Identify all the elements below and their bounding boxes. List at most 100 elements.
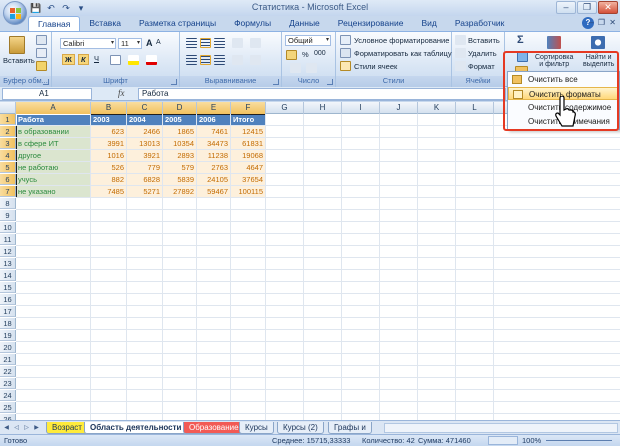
name-box[interactable]: A1 bbox=[2, 88, 92, 100]
close-button[interactable]: ✕ bbox=[598, 1, 618, 14]
row-header[interactable]: 19 bbox=[0, 330, 16, 341]
row-header[interactable]: 21 bbox=[0, 354, 16, 365]
sheet-tab-vozrast[interactable]: Возраст bbox=[46, 422, 88, 434]
restore-button[interactable]: ❐ bbox=[577, 1, 597, 14]
tab-data[interactable]: Данные bbox=[280, 16, 329, 32]
align-bottom-icon[interactable] bbox=[214, 38, 225, 48]
row-header[interactable]: 25 bbox=[0, 402, 16, 413]
column-header[interactable]: G bbox=[266, 102, 304, 114]
column-header[interactable]: K bbox=[418, 102, 456, 114]
find-select-button[interactable]: Найти и выделить bbox=[583, 54, 614, 68]
column-header[interactable]: B bbox=[91, 102, 127, 114]
bold-button[interactable]: Ж bbox=[62, 54, 75, 65]
increase-decimal-icon[interactable] bbox=[290, 63, 301, 73]
row-header[interactable]: 11 bbox=[0, 234, 16, 245]
align-top-icon[interactable] bbox=[186, 38, 197, 48]
minimize-button[interactable]: – bbox=[556, 1, 576, 14]
orientation-icon[interactable] bbox=[232, 38, 243, 48]
row-header[interactable]: 15 bbox=[0, 282, 16, 293]
tab-home[interactable]: Главная bbox=[28, 16, 81, 32]
column-header[interactable]: J bbox=[380, 102, 418, 114]
select-all-corner[interactable] bbox=[0, 102, 16, 114]
format-as-table-button[interactable]: Форматировать как таблицу bbox=[354, 49, 452, 58]
prev-sheet-icon[interactable]: ◁ bbox=[12, 423, 21, 433]
delete-cells-button[interactable]: Удалить bbox=[468, 49, 497, 58]
sheet-tab-kursy[interactable]: Курсы bbox=[239, 422, 274, 434]
align-center-icon[interactable] bbox=[200, 55, 211, 65]
sheet-tab-kursy-2[interactable]: Курсы (2) bbox=[277, 422, 324, 434]
column-header[interactable]: H bbox=[304, 102, 342, 114]
column-header[interactable]: E bbox=[197, 102, 231, 114]
sort-filter-button[interactable]: Сортировка и фильтр bbox=[535, 54, 573, 68]
clipboard-launcher-icon[interactable] bbox=[43, 79, 49, 85]
row-header[interactable]: 20 bbox=[0, 342, 16, 353]
paste-button[interactable]: Вставить bbox=[3, 56, 35, 65]
currency-icon[interactable] bbox=[286, 50, 297, 60]
tab-insert[interactable]: Вставка bbox=[80, 16, 130, 32]
row-header[interactable]: 9 bbox=[0, 210, 16, 221]
horizontal-scrollbar[interactable] bbox=[384, 423, 618, 433]
row-header[interactable]: 17 bbox=[0, 306, 16, 317]
menu-item-clear-all[interactable]: Очистить все bbox=[508, 73, 619, 86]
wrap-text-icon[interactable] bbox=[250, 38, 261, 48]
tab-review[interactable]: Рецензирование bbox=[329, 16, 413, 32]
column-header[interactable]: F bbox=[231, 102, 266, 114]
row-header[interactable]: 14 bbox=[0, 270, 16, 281]
borders-icon[interactable] bbox=[110, 55, 121, 65]
row-header[interactable]: 10 bbox=[0, 222, 16, 233]
align-left-icon[interactable] bbox=[186, 55, 197, 65]
decrease-indent-icon[interactable] bbox=[232, 55, 243, 65]
worksheet-grid[interactable]: ABCDEFGHIJKL 1 2 3 4 5 6 7 8 9 10 11 12 13 14 15 16 17 18… bbox=[0, 102, 620, 420]
font-color-icon[interactable] bbox=[146, 55, 157, 65]
autosum-button[interactable]: Σ bbox=[517, 34, 524, 46]
view-buttons[interactable] bbox=[488, 436, 518, 445]
row-header[interactable]: 22 bbox=[0, 366, 16, 377]
last-sheet-icon[interactable]: ▶ bbox=[32, 423, 41, 433]
copy-icon[interactable] bbox=[36, 48, 47, 58]
row-header[interactable]: 3 bbox=[0, 138, 16, 149]
row-header[interactable]: 1 bbox=[0, 114, 16, 125]
italic-button[interactable]: К bbox=[78, 54, 89, 65]
row-header[interactable]: 4 bbox=[0, 150, 16, 161]
formula-input[interactable]: Работа bbox=[138, 88, 506, 100]
insert-cells-button[interactable]: Вставить bbox=[468, 36, 500, 45]
row-header[interactable]: 12 bbox=[0, 246, 16, 257]
font-size-combo[interactable]: 11 ▾ bbox=[118, 38, 142, 49]
sheet-tab-grafy[interactable]: Графы и bbox=[328, 422, 372, 434]
number-format-combo[interactable]: Общий ▾ bbox=[285, 35, 331, 46]
first-sheet-icon[interactable]: ◀ bbox=[2, 423, 11, 433]
sheet-tab-obrazovanie[interactable]: Образование bbox=[183, 422, 245, 434]
thousands-button[interactable]: 000 bbox=[314, 50, 326, 57]
font-name-combo[interactable]: Calibri ▾ bbox=[60, 38, 116, 49]
format-cells-button[interactable]: Формат bbox=[468, 62, 495, 71]
sheet-tab-oblast[interactable]: Область деятельности bbox=[84, 422, 188, 434]
column-header[interactable]: D bbox=[163, 102, 197, 114]
cell-styles-button[interactable]: Стили ячеек bbox=[354, 62, 397, 71]
alignment-launcher-icon[interactable] bbox=[273, 79, 279, 85]
tab-page-layout[interactable]: Разметка страницы bbox=[130, 16, 225, 32]
format-painter-icon[interactable] bbox=[36, 61, 47, 71]
row-header[interactable]: 5 bbox=[0, 162, 16, 173]
row-header[interactable]: 13 bbox=[0, 258, 16, 269]
column-header[interactable]: A bbox=[16, 102, 91, 114]
decrease-decimal-icon[interactable] bbox=[306, 63, 317, 73]
underline-button[interactable]: Ч bbox=[94, 54, 99, 63]
column-header[interactable]: L bbox=[456, 102, 494, 114]
paste-icon[interactable] bbox=[9, 36, 25, 54]
merge-center-icon[interactable] bbox=[250, 55, 261, 65]
fill-icon[interactable] bbox=[517, 52, 528, 62]
next-sheet-icon[interactable]: ▷ bbox=[22, 423, 31, 433]
tab-view[interactable]: Вид bbox=[412, 16, 445, 32]
row-header[interactable]: 16 bbox=[0, 294, 16, 305]
office-button[interactable] bbox=[3, 1, 27, 25]
grow-font-button[interactable]: A bbox=[146, 38, 153, 48]
shrink-font-button[interactable]: A bbox=[156, 39, 161, 46]
row-header[interactable]: 6 bbox=[0, 174, 16, 185]
font-launcher-icon[interactable] bbox=[171, 79, 177, 85]
column-header[interactable]: C bbox=[127, 102, 163, 114]
fill-color-icon[interactable] bbox=[128, 55, 139, 65]
row-header[interactable]: 8 bbox=[0, 198, 16, 209]
column-header[interactable]: I bbox=[342, 102, 380, 114]
conditional-format-button[interactable]: Условное форматирование bbox=[354, 36, 449, 45]
align-right-icon[interactable] bbox=[214, 55, 225, 65]
